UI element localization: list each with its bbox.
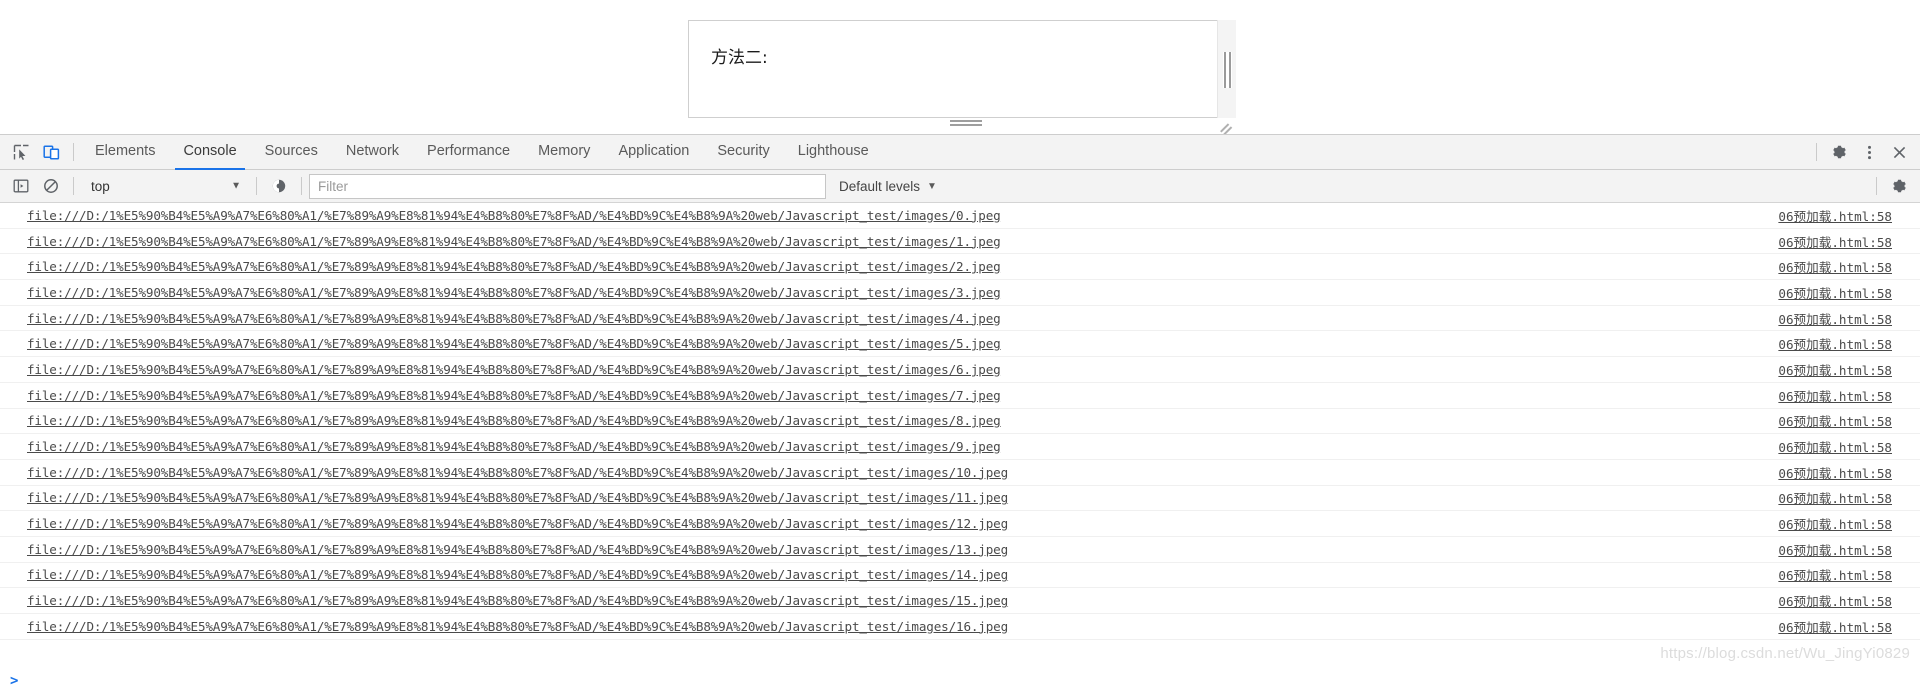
tab-memory[interactable]: Memory <box>524 135 604 169</box>
tab-performance[interactable]: Performance <box>413 135 524 169</box>
devtools-tabbar: Elements Console Sources Network Perform… <box>0 135 1920 170</box>
console-message-source-link[interactable]: 06预加载.html:58 <box>1778 411 1912 430</box>
console-message-url[interactable]: file:///D:/1%E5%90%B4%E5%A9%A7%E6%80%A1/… <box>27 516 1008 531</box>
console-message-row[interactable]: file:///D:/1%E5%90%B4%E5%A9%A7%E6%80%A1/… <box>0 383 1920 409</box>
tab-console[interactable]: Console <box>169 135 250 170</box>
inspect-element-icon[interactable] <box>6 137 36 167</box>
console-message-source-link[interactable]: 06预加载.html:58 <box>1778 617 1912 636</box>
console-message-source-link[interactable]: 06预加载.html:58 <box>1778 309 1912 328</box>
console-message-row[interactable]: file:///D:/1%E5%90%B4%E5%A9%A7%E6%80%A1/… <box>0 460 1920 486</box>
toolbar-divider-4 <box>1876 177 1877 195</box>
console-message-url[interactable]: file:///D:/1%E5%90%B4%E5%A9%A7%E6%80%A1/… <box>27 208 1001 223</box>
console-message-row[interactable]: file:///D:/1%E5%90%B4%E5%A9%A7%E6%80%A1/… <box>0 331 1920 358</box>
console-message-row[interactable]: file:///D:/1%E5%90%B4%E5%A9%A7%E6%80%A1/… <box>0 537 1920 563</box>
console-message-url[interactable]: file:///D:/1%E5%90%B4%E5%A9%A7%E6%80%A1/… <box>27 542 1008 557</box>
horizontal-resize-grip-icon[interactable] <box>950 120 982 127</box>
console-message-url[interactable]: file:///D:/1%E5%90%B4%E5%A9%A7%E6%80%A1/… <box>27 362 1001 377</box>
console-message-url[interactable]: file:///D:/1%E5%90%B4%E5%A9%A7%E6%80%A1/… <box>27 619 1008 634</box>
prompt-caret-icon: > <box>10 673 19 689</box>
tabbar-divider <box>73 143 74 161</box>
console-message-url[interactable]: file:///D:/1%E5%90%B4%E5%A9%A7%E6%80%A1/… <box>27 490 1008 505</box>
log-levels-selector[interactable]: Default levels ▼ <box>839 179 937 194</box>
console-toolbar: top ▼ Default levels ▼ <box>0 170 1920 203</box>
console-message-source-link[interactable]: 06预加载.html:58 <box>1778 386 1912 405</box>
filter-input[interactable] <box>309 173 826 199</box>
console-message-source-link[interactable]: 06预加载.html:58 <box>1778 540 1912 559</box>
console-message-row[interactable]: file:///D:/1%E5%90%B4%E5%A9%A7%E6%80%A1/… <box>0 306 1920 332</box>
toolbar-divider-1 <box>73 177 74 195</box>
console-message-row[interactable]: file:///D:/1%E5%90%B4%E5%A9%A7%E6%80%A1/… <box>0 588 1920 614</box>
console-message-url[interactable]: file:///D:/1%E5%90%B4%E5%A9%A7%E6%80%A1/… <box>27 593 1008 608</box>
textarea-vertical-scrollbar[interactable] <box>1217 20 1236 118</box>
toolbar-divider-2 <box>256 177 257 195</box>
console-context-selector[interactable]: top ▼ <box>81 174 249 198</box>
console-message-row[interactable]: file:///D:/1%E5%90%B4%E5%A9%A7%E6%80%A1/… <box>0 434 1920 460</box>
console-message-url[interactable]: file:///D:/1%E5%90%B4%E5%A9%A7%E6%80%A1/… <box>27 388 1001 403</box>
console-message-source-link[interactable]: 06预加载.html:58 <box>1778 565 1912 584</box>
console-message-row[interactable]: file:///D:/1%E5%90%B4%E5%A9%A7%E6%80%A1/… <box>0 486 1920 512</box>
console-message-source-link[interactable]: 06预加载.html:58 <box>1778 360 1912 379</box>
tab-elements[interactable]: Elements <box>81 135 169 169</box>
chevron-down-icon: ▼ <box>927 180 937 192</box>
console-message-row[interactable]: file:///D:/1%E5%90%B4%E5%A9%A7%E6%80%A1/… <box>0 254 1920 281</box>
more-options-icon[interactable] <box>1854 137 1884 167</box>
settings-gear-icon[interactable] <box>1824 137 1854 167</box>
tabbar-actions-divider <box>1816 143 1817 161</box>
console-message-row[interactable]: file:///D:/1%E5%90%B4%E5%A9%A7%E6%80%A1/… <box>0 614 1920 640</box>
console-message-source-link[interactable]: 06预加载.html:58 <box>1778 591 1912 610</box>
textarea-container: 方法二: <box>688 20 1236 134</box>
console-message-url[interactable]: file:///D:/1%E5%90%B4%E5%A9%A7%E6%80%A1/… <box>27 259 1001 274</box>
console-message-list[interactable]: file:///D:/1%E5%90%B4%E5%A9%A7%E6%80%A1/… <box>0 203 1920 667</box>
browser-page-viewport: 方法二: <box>0 0 1920 134</box>
console-message-source-link[interactable]: 06预加载.html:58 <box>1778 334 1912 353</box>
clear-console-icon[interactable] <box>36 171 66 201</box>
console-message-source-link[interactable]: 06预加载.html:58 <box>1778 232 1912 251</box>
console-message-url[interactable]: file:///D:/1%E5%90%B4%E5%A9%A7%E6%80%A1/… <box>27 465 1008 480</box>
console-message-row[interactable]: file:///D:/1%E5%90%B4%E5%A9%A7%E6%80%A1/… <box>0 511 1920 537</box>
eye-icon[interactable] <box>264 171 294 201</box>
console-toolbar-actions <box>1869 171 1914 201</box>
devtools-panel: Elements Console Sources Network Perform… <box>0 134 1920 695</box>
console-message-source-link[interactable]: 06预加载.html:58 <box>1778 463 1912 482</box>
tab-lighthouse[interactable]: Lighthouse <box>784 135 883 169</box>
console-message-source-link[interactable]: 06预加载.html:58 <box>1778 437 1912 456</box>
close-icon[interactable] <box>1884 137 1914 167</box>
tab-network[interactable]: Network <box>332 135 413 169</box>
console-message-row[interactable]: file:///D:/1%E5%90%B4%E5%A9%A7%E6%80%A1/… <box>0 203 1920 229</box>
console-prompt[interactable]: > <box>0 667 1920 695</box>
tab-security[interactable]: Security <box>703 135 783 169</box>
tab-sources[interactable]: Sources <box>251 135 332 169</box>
console-settings-gear-icon[interactable] <box>1884 171 1914 201</box>
console-message-source-link[interactable]: 06预加载.html:58 <box>1778 514 1912 533</box>
device-toolbar-icon[interactable] <box>36 137 66 167</box>
scrollbar-thumb[interactable] <box>1223 52 1232 88</box>
console-message-row[interactable]: file:///D:/1%E5%90%B4%E5%A9%A7%E6%80%A1/… <box>0 563 1920 589</box>
console-message-source-link[interactable]: 06预加载.html:58 <box>1778 257 1912 276</box>
console-message-url[interactable]: file:///D:/1%E5%90%B4%E5%A9%A7%E6%80%A1/… <box>27 285 1001 300</box>
devtools-tabbar-actions <box>1809 137 1914 167</box>
console-message-url[interactable]: file:///D:/1%E5%90%B4%E5%A9%A7%E6%80%A1/… <box>27 439 1001 454</box>
console-message-url[interactable]: file:///D:/1%E5%90%B4%E5%A9%A7%E6%80%A1/… <box>27 567 1008 582</box>
console-message-source-link[interactable]: 06预加载.html:58 <box>1778 283 1912 302</box>
console-message-url[interactable]: file:///D:/1%E5%90%B4%E5%A9%A7%E6%80%A1/… <box>27 234 1001 249</box>
console-message-source-link[interactable]: 06预加载.html:58 <box>1778 488 1912 507</box>
console-message-row[interactable]: file:///D:/1%E5%90%B4%E5%A9%A7%E6%80%A1/… <box>0 409 1920 435</box>
console-message-row[interactable]: file:///D:/1%E5%90%B4%E5%A9%A7%E6%80%A1/… <box>0 280 1920 306</box>
page-textarea[interactable]: 方法二: <box>688 20 1236 118</box>
corner-resize-grip-icon[interactable] <box>1216 118 1234 134</box>
console-message-url[interactable]: file:///D:/1%E5%90%B4%E5%A9%A7%E6%80%A1/… <box>27 413 1001 428</box>
context-selector-value: top <box>91 178 110 194</box>
console-message-url[interactable]: file:///D:/1%E5%90%B4%E5%A9%A7%E6%80%A1/… <box>27 336 1001 351</box>
console-message-row[interactable]: file:///D:/1%E5%90%B4%E5%A9%A7%E6%80%A1/… <box>0 229 1920 255</box>
console-message-row[interactable]: file:///D:/1%E5%90%B4%E5%A9%A7%E6%80%A1/… <box>0 357 1920 383</box>
log-levels-label: Default levels <box>839 178 921 194</box>
toolbar-divider-3 <box>301 177 302 195</box>
textarea-footer <box>688 118 1236 134</box>
console-sidebar-icon[interactable] <box>6 171 36 201</box>
console-message-url[interactable]: file:///D:/1%E5%90%B4%E5%A9%A7%E6%80%A1/… <box>27 311 1001 326</box>
tab-application[interactable]: Application <box>604 135 703 169</box>
console-message-source-link[interactable]: 06预加载.html:58 <box>1778 206 1912 225</box>
chevron-down-icon: ▼ <box>231 180 241 192</box>
